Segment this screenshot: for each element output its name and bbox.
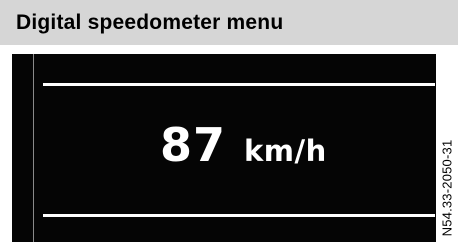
figure-reference-code: N54.33-2050-31 bbox=[439, 139, 455, 237]
manual-figure-page: Digital speedometer menu 87 km/h N54.33-… bbox=[0, 0, 458, 242]
section-header: Digital speedometer menu bbox=[0, 0, 458, 45]
instrument-cluster-display: 87 km/h bbox=[12, 54, 436, 242]
speed-unit: km/h bbox=[244, 134, 327, 168]
digital-speed-readout: 87 km/h bbox=[160, 122, 327, 182]
display-bottom-divider bbox=[43, 214, 435, 217]
speed-value: 87 bbox=[160, 118, 227, 172]
section-title: Digital speedometer menu bbox=[16, 10, 284, 34]
display-top-divider bbox=[43, 83, 435, 86]
display-left-border bbox=[33, 54, 34, 242]
